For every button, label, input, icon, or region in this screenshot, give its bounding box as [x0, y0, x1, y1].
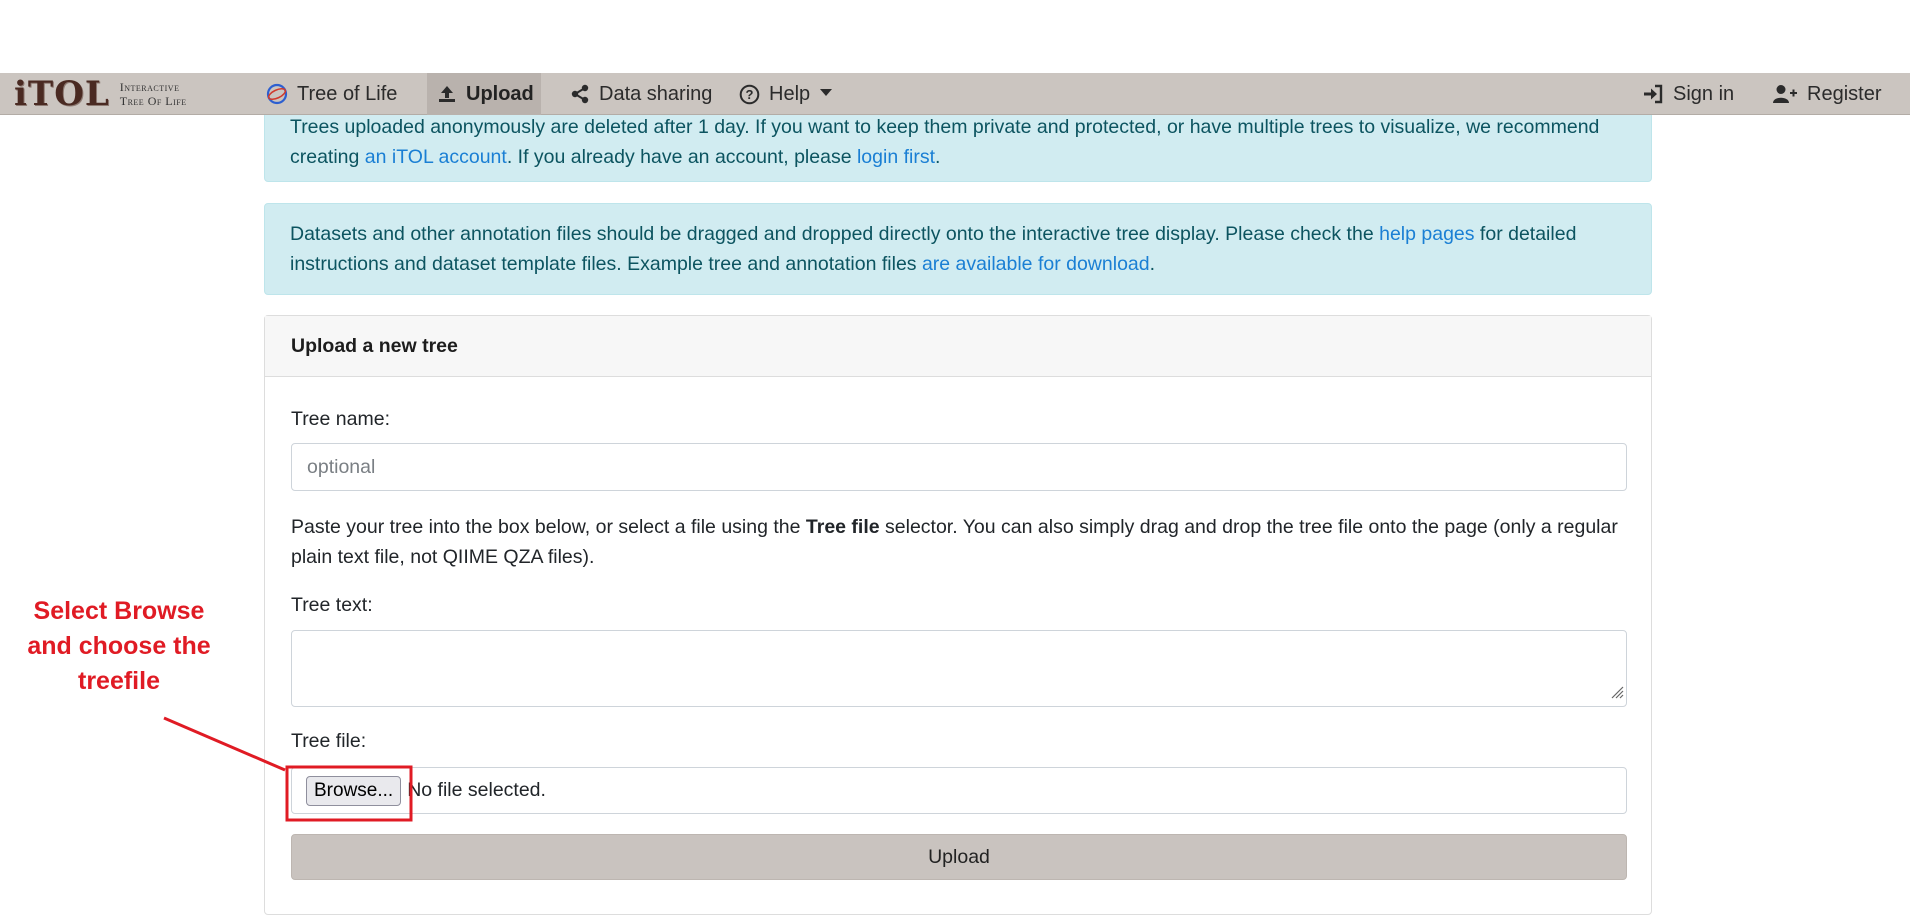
help-pages-link[interactable]: help pages [1379, 223, 1474, 245]
datasets-info-alert: Datasets and other annotation files shou… [264, 203, 1652, 295]
tree-name-input[interactable] [291, 443, 1627, 491]
nav-sign-in-label: Sign in [1673, 82, 1735, 105]
nav-upload[interactable]: Upload [427, 73, 541, 115]
nav-tree-of-life-label: Tree of Life [297, 82, 398, 105]
globe-icon [266, 83, 288, 105]
upload-button[interactable]: Upload [291, 834, 1627, 880]
alert-text: Datasets and other annotation files shou… [290, 223, 1380, 245]
user-plus-icon [1772, 84, 1798, 104]
resize-grip-icon[interactable] [1610, 685, 1624, 704]
top-navbar: iTOL Interactive Tree Of Life Tree of Li… [0, 73, 1910, 115]
card-title: Upload a new tree [265, 316, 1651, 377]
upload-tree-card: Upload a new tree Tree name: Paste your … [264, 315, 1652, 915]
alert-text: . [1149, 253, 1156, 275]
chevron-down-icon [820, 88, 833, 96]
nav-data-sharing[interactable]: Data sharing [560, 73, 722, 115]
svg-text:?: ? [746, 87, 754, 102]
nav-tree-of-life[interactable]: Tree of Life [256, 73, 407, 115]
brand-subtitle: Interactive Tree Of Life [120, 80, 187, 108]
download-examples-link[interactable]: are available for download [922, 253, 1150, 275]
itol-logo: iTOL [14, 74, 110, 114]
tree-name-label: Tree name: [291, 408, 390, 430]
nav-help-label: Help [769, 82, 811, 105]
tree-text-area[interactable] [291, 630, 1627, 707]
instructions-text: Paste your tree into the box below, or s… [291, 516, 806, 538]
upload-icon [437, 84, 457, 104]
nav-help-dropdown[interactable]: ? Help [729, 73, 842, 115]
itol-account-link[interactable]: an iTOL account [365, 146, 507, 168]
upload-instructions: Paste your tree into the box below, or s… [291, 512, 1627, 572]
tree-file-label: Tree file: [291, 730, 367, 752]
tree-text-label: Tree text: [291, 594, 373, 616]
nav-data-sharing-label: Data sharing [599, 82, 713, 105]
brand-subtitle-line-1: Interactive [119, 80, 180, 94]
help-circle-icon: ? [739, 84, 760, 105]
tree-file-selector[interactable]: Browse... No file selected. [291, 767, 1627, 814]
instructions-bold-tree-file: Tree file [805, 516, 880, 538]
nav-upload-label: Upload [466, 82, 534, 105]
browse-button[interactable]: Browse... [306, 775, 402, 806]
share-icon [570, 84, 590, 104]
annotation-callout-text: Select Browse and choose the treefile [27, 597, 211, 695]
alert-text: . [935, 146, 941, 168]
sign-in-icon [1642, 84, 1664, 104]
nav-register-label: Register [1807, 82, 1882, 105]
brand[interactable]: iTOL Interactive Tree Of Life [14, 74, 187, 114]
file-status-text: No file selected. [407, 779, 546, 801]
login-first-link[interactable]: login first [857, 146, 935, 168]
anonymous-upload-alert: Trees uploaded anonymously are deleted a… [264, 108, 1652, 182]
brand-subtitle-line-2: Tree Of Life [119, 94, 187, 108]
alert-text: . If you already have an account, please [506, 146, 857, 168]
nav-register[interactable]: Register [1762, 73, 1891, 115]
nav-sign-in[interactable]: Sign in [1632, 73, 1744, 115]
